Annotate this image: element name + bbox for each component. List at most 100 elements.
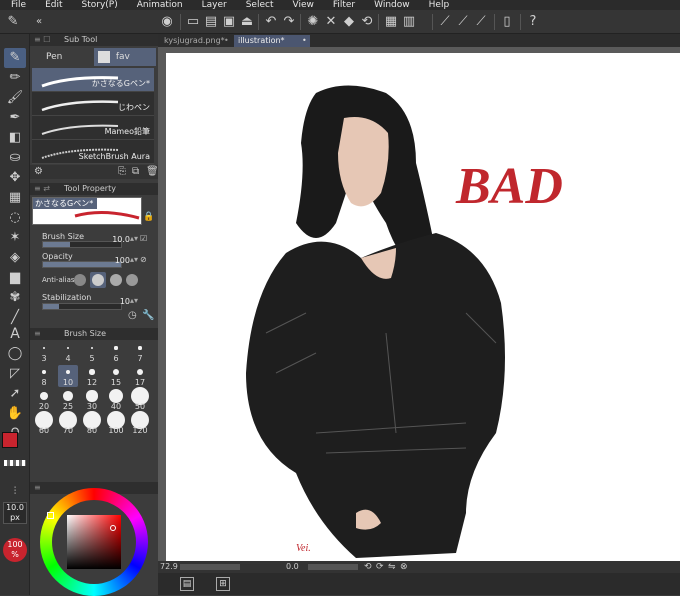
snap-grid-icon[interactable]: ⟋ — [472, 13, 490, 31]
brush-size-label[interactable]: 15 — [107, 378, 125, 387]
fill-icon[interactable]: ◆ — [340, 13, 358, 31]
new-file-icon[interactable]: ▭ — [184, 13, 202, 31]
frame-tool-icon[interactable]: ◸ — [4, 364, 26, 384]
menu-select[interactable]: Select — [246, 0, 274, 10]
brush-size-label[interactable]: 6 — [107, 354, 125, 363]
zoom-value[interactable]: 72.9 — [160, 561, 178, 573]
decoration-tool-icon[interactable]: ⛀ — [4, 148, 26, 168]
loading-icon[interactable]: ✺ — [304, 13, 322, 31]
brush-size-dot[interactable] — [112, 368, 120, 376]
brush-size-dot[interactable] — [40, 392, 48, 400]
clock-icon[interactable]: ◷ — [128, 310, 137, 321]
brush-size-label[interactable]: 7 — [131, 354, 149, 363]
color-wheel[interactable] — [40, 488, 148, 596]
menu-window[interactable]: Window — [374, 0, 410, 10]
balloon-tool-icon[interactable]: ◯ — [4, 344, 26, 364]
brush-size-dot[interactable] — [114, 346, 118, 350]
redo-icon[interactable]: ↷ — [280, 13, 298, 31]
brush-item[interactable]: Mameo鉛筆 — [32, 116, 154, 140]
color-picker-cursor[interactable] — [110, 525, 116, 531]
antialias-weak[interactable] — [90, 272, 106, 288]
rotate-icon[interactable]: ⟲ — [358, 13, 376, 31]
brush-icon[interactable]: ✎ — [4, 13, 22, 31]
brush-item[interactable]: じわペン — [32, 92, 154, 116]
pressure-icon[interactable]: ☑ — [140, 234, 147, 243]
hand-tool-icon[interactable]: ✋ — [4, 404, 26, 424]
antialias-strong[interactable] — [126, 274, 138, 286]
snap-special-icon[interactable]: ⟋ — [454, 13, 472, 31]
antialias-none[interactable] — [74, 274, 86, 286]
navigator-toggle-icon[interactable]: ⊞ — [216, 577, 230, 591]
brush-size-dot[interactable] — [42, 370, 46, 374]
airbrush-tool-icon[interactable]: ✒ — [4, 108, 26, 128]
pencil-tool-icon[interactable]: ✏ — [4, 68, 26, 88]
navigator-icon[interactable]: ◉ — [158, 13, 176, 31]
saturation-square[interactable] — [67, 515, 121, 569]
menu-layer[interactable]: Layer — [202, 0, 227, 10]
transparent-swatch[interactable] — [4, 460, 26, 466]
menu-filter[interactable]: Filter — [333, 0, 355, 10]
export-icon[interactable]: ⏏ — [238, 13, 256, 31]
brush-size-label[interactable]: 120 — [131, 426, 149, 435]
snap-ruler-icon[interactable]: ⟋ — [436, 13, 454, 31]
blend-tool-icon[interactable]: ✾ — [4, 288, 26, 308]
lasso-tool-icon[interactable]: ◌ — [4, 208, 26, 228]
brush-size-label[interactable]: 3 — [35, 354, 53, 363]
link-icon[interactable]: ⊘ — [140, 255, 147, 264]
menu-view[interactable]: View — [292, 0, 313, 10]
brush-size-dot[interactable] — [66, 346, 70, 350]
angle-slider[interactable] — [308, 564, 358, 570]
subtool-tab-pen[interactable]: Pen — [32, 48, 90, 66]
menu-story[interactable]: Story(P) — [82, 0, 118, 10]
undo-icon[interactable]: ↶ — [262, 13, 280, 31]
collapse-icon[interactable]: « — [30, 13, 48, 31]
zoom-slider[interactable] — [180, 564, 240, 570]
brush-size-label[interactable]: 5 — [83, 354, 101, 363]
grid-icon[interactable]: ▦ — [382, 13, 400, 31]
brush-size-dot[interactable] — [90, 346, 94, 350]
antialias-medium[interactable] — [110, 274, 122, 286]
spinner-icon[interactable]: ▴▾ — [130, 296, 138, 305]
pen-tool-icon[interactable]: ✎ — [4, 48, 26, 68]
copy-icon[interactable]: ⧉ — [132, 166, 139, 177]
flip-icon[interactable]: ⇋ — [388, 561, 396, 573]
tab-illustration[interactable]: illustration* — [234, 35, 310, 47]
delete-icon[interactable]: 🗑 — [146, 166, 159, 177]
brush-item[interactable]: SketchBrush Aura — [32, 140, 154, 164]
brush-size-label[interactable]: 40 — [107, 402, 125, 411]
brush-size-dot[interactable] — [136, 368, 144, 376]
brush-item[interactable]: かさなるGペン* — [32, 68, 154, 92]
menu-animation[interactable]: Animation — [137, 0, 183, 10]
brush-size-label[interactable]: 70 — [59, 426, 77, 435]
brush-size-dot[interactable] — [63, 391, 73, 401]
wrench-icon[interactable]: 🔧 — [142, 310, 154, 321]
rotate-left-icon[interactable]: ⟲ — [364, 561, 372, 573]
brush-tool-icon[interactable]: 🖌 — [4, 88, 26, 108]
menu-help[interactable]: Help — [429, 0, 450, 10]
menu-edit[interactable]: Edit — [45, 0, 62, 10]
brush-size-dot[interactable] — [138, 346, 142, 350]
spinner-icon[interactable]: ▴▾ — [130, 255, 138, 264]
brush-size-label[interactable]: 80 — [83, 426, 101, 435]
stabilization-value[interactable]: 10 — [108, 297, 130, 306]
drawing-canvas[interactable]: BAD Vei. — [166, 53, 680, 561]
brush-size-label[interactable]: 50 — [131, 402, 149, 411]
help-icon[interactable]: ? — [524, 13, 542, 31]
add-icon[interactable]: ⎘ — [118, 166, 126, 177]
rotate-right-icon[interactable]: ⟳ — [376, 561, 384, 573]
opacity-indicator[interactable]: 100 % — [3, 538, 27, 562]
operation-tool-icon[interactable]: ▦ — [4, 188, 26, 208]
fill-tool-icon[interactable]: ◈ — [4, 248, 26, 268]
ruler-icon[interactable]: ▥ — [400, 13, 418, 31]
brush-size-label[interactable]: 30 — [83, 402, 101, 411]
angle-value[interactable]: 0.0 — [286, 561, 299, 573]
subtool-tab-fav[interactable]: fav — [94, 48, 156, 66]
brush-size-label[interactable]: 100 — [107, 426, 125, 435]
close-icon[interactable]: • — [302, 36, 307, 45]
brush-size-label[interactable]: 60 — [35, 426, 53, 435]
magic-wand-icon[interactable]: ✶ — [4, 228, 26, 248]
brush-size-value[interactable]: 10.0 — [108, 235, 130, 244]
transform-icon[interactable]: ✕ — [322, 13, 340, 31]
hue-cursor[interactable] — [47, 512, 54, 519]
save-icon[interactable]: ▣ — [220, 13, 238, 31]
